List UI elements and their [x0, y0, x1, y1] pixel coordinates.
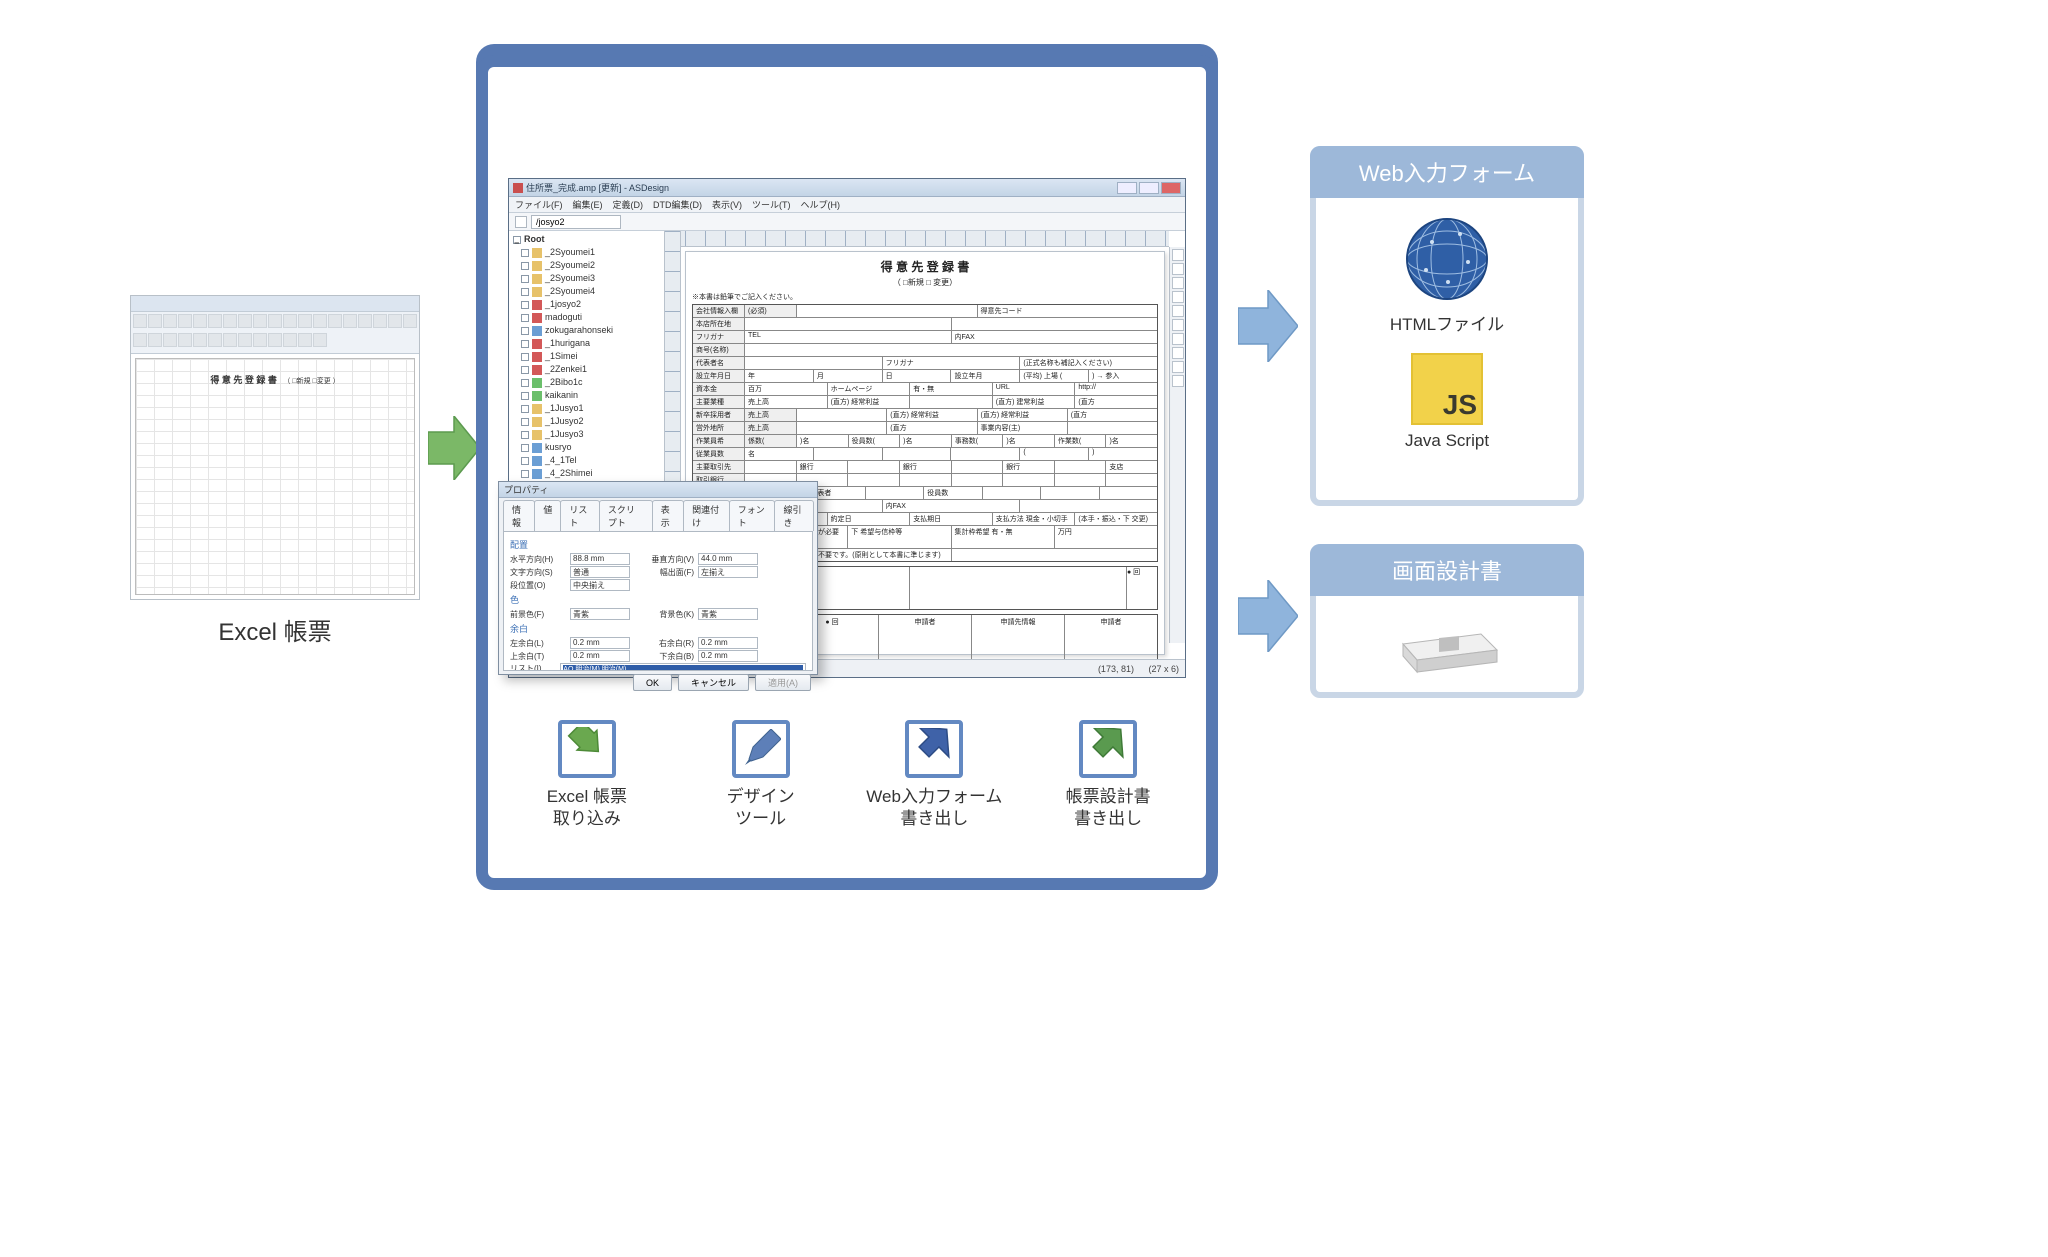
js-label: Java Script — [1316, 431, 1578, 451]
app-icon — [513, 183, 523, 193]
menu-item[interactable]: ツール(T) — [752, 198, 791, 211]
tree-node[interactable]: _2Syoumei2 — [509, 259, 664, 272]
menu-item[interactable]: ヘルプ(H) — [801, 198, 841, 211]
apply-button[interactable]: 適用(A) — [755, 674, 811, 691]
property-tab[interactable]: フォント — [729, 500, 776, 531]
tree-node[interactable]: _4_2Shimei — [509, 467, 664, 480]
status-size: (27 x 6) — [1148, 664, 1179, 674]
tree-node[interactable]: _4_1Tel — [509, 454, 664, 467]
menu-item[interactable]: 定義(D) — [613, 198, 644, 211]
property-tab[interactable]: 情報 — [503, 500, 535, 531]
menu-item[interactable]: ファイル(F) — [515, 198, 563, 211]
tree-node[interactable]: zokugarahonseki — [509, 324, 664, 337]
html-label: HTMLファイル — [1316, 310, 1578, 335]
close-icon[interactable] — [1161, 182, 1181, 194]
tree-node[interactable]: _1hurigana — [509, 337, 664, 350]
tree-node[interactable]: _2Syoumei4 — [509, 285, 664, 298]
webform-title: Web入力フォーム — [1310, 146, 1584, 198]
arrow-to-design — [1238, 580, 1298, 652]
excel-thumbnail: 得 意 先 登 録 書 （ □新規 □変更 ） — [130, 295, 420, 600]
property-tab[interactable]: 線引き — [774, 500, 814, 531]
tree-node[interactable]: _2Syoumei3 — [509, 272, 664, 285]
tree-node[interactable]: _1Simei — [509, 350, 664, 363]
tool-palette[interactable] — [1169, 247, 1185, 643]
address-combo[interactable]: /josyo2 — [531, 215, 621, 229]
tree-node[interactable]: kaikanin — [509, 389, 664, 402]
property-dialog[interactable]: プロパティ 情報値リストスクリプト表示関連付けフォント線引き 配置 水平方向(H… — [498, 481, 818, 675]
tree-node[interactable]: madoguti — [509, 311, 664, 324]
window-title: 住所票_完成.amp [更新] - ASDesign — [526, 181, 669, 194]
ok-button[interactable]: OK — [633, 674, 672, 691]
tree-node[interactable]: _2Zenkei1 — [509, 363, 664, 376]
import-arrow-icon — [565, 727, 609, 771]
js-icon: JS — [1411, 353, 1483, 425]
property-tab[interactable]: リスト — [560, 500, 600, 531]
excel-form-title: 得 意 先 登 録 書 — [210, 375, 277, 385]
menu-item[interactable]: DTD編集(D) — [653, 198, 702, 211]
excel-form-sub: （ □新規 □変更 ） — [283, 378, 339, 385]
tree-node[interactable]: _1Jusyo2 — [509, 415, 664, 428]
export-arrow-blue-icon — [913, 728, 955, 770]
feature-design: デザインツール — [686, 720, 836, 830]
tree-node[interactable]: _1Jusyo3 — [509, 428, 664, 441]
property-tab[interactable]: 関連付け — [683, 500, 730, 531]
excel-label: Excel 帳票 — [130, 612, 420, 647]
arrow-to-webform — [1238, 290, 1298, 362]
design-title: 画面設計書 — [1310, 544, 1584, 596]
tree-node[interactable]: kusryo — [509, 441, 664, 454]
feature-export-web: Web入力フォーム書き出し — [859, 720, 1009, 830]
feature-export-design: 帳票設計書書き出し — [1033, 720, 1183, 830]
features-row: Excel 帳票取り込み デザインツール Web入力フォーム書き出し 帳票設計書… — [500, 720, 1195, 830]
menubar[interactable]: ファイル(F) 編集(E) 定義(D) DTD編集(D) 表示(V) ツール(T) ヘルプ(… — [509, 197, 1185, 213]
form-title: 得 意 先 登 録 書 — [686, 252, 1164, 277]
globe-icon — [1402, 214, 1492, 304]
cancel-button[interactable]: キャンセル — [678, 674, 749, 691]
ruler-horizontal — [665, 231, 1169, 247]
property-tab[interactable]: スクリプト — [599, 500, 653, 531]
tree-node[interactable]: _1josyo2 — [509, 298, 664, 311]
form-subtitle: （ □新規 □ 変更） — [686, 277, 1164, 292]
tree-node[interactable]: _1Jusyo1 — [509, 402, 664, 415]
status-pos: (173, 81) — [1098, 664, 1134, 674]
webform-panel: Web入力フォーム HTMLファイル JS Java Script — [1310, 146, 1584, 506]
tree-node[interactable]: _2Syoumei1 — [509, 246, 664, 259]
arrow-to-center — [428, 416, 480, 480]
property-tab[interactable]: 表示 — [652, 500, 684, 531]
document-icon — [1387, 610, 1507, 678]
tree-node[interactable]: _2Bibo1c — [509, 376, 664, 389]
property-tab[interactable]: 値 — [534, 500, 561, 531]
property-dialog-title: プロパティ — [499, 482, 817, 498]
design-panel: 画面設計書 — [1310, 544, 1584, 698]
feature-import: Excel 帳票取り込み — [512, 720, 662, 830]
menu-item[interactable]: 編集(E) — [573, 198, 603, 211]
menu-item[interactable]: 表示(V) — [712, 198, 742, 211]
export-arrow-green-icon — [1087, 728, 1129, 770]
pencil-icon — [741, 729, 781, 769]
